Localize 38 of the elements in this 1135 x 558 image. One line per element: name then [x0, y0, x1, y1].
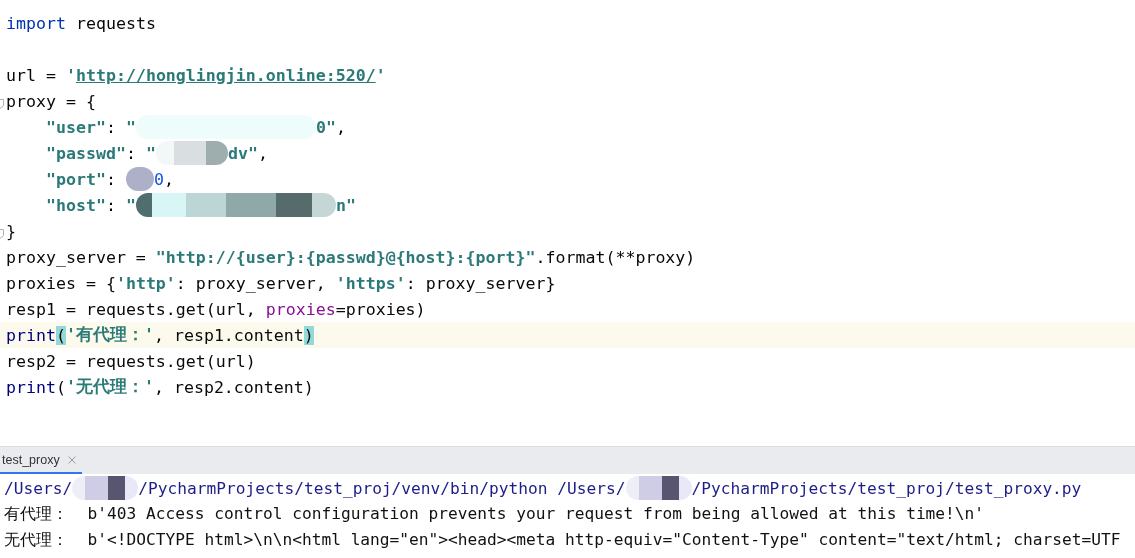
redaction-mark: [72, 476, 139, 500]
code-text: :: [105, 117, 117, 137]
close-icon[interactable]: [67, 455, 76, 464]
code-text: dv": [227, 143, 258, 163]
code-line: proxy_server = "http://{user}:{passwd}@{host}:{port}".format(**proxy): [6, 247, 696, 267]
code-line: print('无代理：', resp2.content): [6, 376, 314, 398]
run-tab[interactable]: test_proxy: [0, 447, 82, 474]
code-text: 0": [315, 117, 336, 137]
code-text: :: [105, 169, 117, 189]
code-text: "passwd": [46, 143, 126, 163]
code-text: ": [125, 195, 136, 215]
code-text: "user": [46, 117, 106, 137]
code-text: ,: [257, 143, 268, 163]
code-line: import requests: [6, 13, 156, 33]
code-text: ,: [163, 169, 174, 189]
code-line: resp2 = requests.get(url): [6, 351, 256, 371]
redaction-mark: [625, 476, 692, 500]
console-text: /PycharmProjects/test_proj/test_proxy.py: [691, 478, 1082, 498]
code-text: 0: [153, 169, 164, 189]
console-line: 无代理： b'<!DOCTYPE html>\n\n<html lang="en"><head><meta http-equiv="Content-Type" content="text/html; charset=UTF: [4, 529, 1121, 551]
code-text: n": [335, 195, 356, 215]
code-line: proxies = {'http': proxy_server, 'https': proxy_server}: [6, 273, 556, 293]
code-line: resp1 = requests.get(url, proxies=proxies): [6, 299, 426, 319]
code-text: ": [145, 143, 156, 163]
code-line: print('有代理：', resp1.content): [6, 324, 314, 346]
code-line: proxy = {: [6, 91, 96, 111]
redaction-mark: [125, 167, 154, 191]
console-line: 有代理： b'403 Access control configuration prevents your request from being allowed at this time!\n': [4, 503, 985, 525]
console-text: /PycharmProjects/test_proj/venv/bin/python /Users/: [138, 478, 626, 498]
code-line: url = 'http://honglingjin.online:520/': [6, 65, 386, 85]
code-text: "port": [46, 169, 106, 189]
console-text: /Users/: [4, 478, 73, 498]
code-text: ,: [335, 117, 346, 137]
code-text: ": [125, 117, 136, 137]
code-text: :: [125, 143, 137, 163]
code-text: "host": [46, 195, 106, 215]
code-line: }: [6, 221, 16, 241]
code-text: :: [105, 195, 117, 215]
